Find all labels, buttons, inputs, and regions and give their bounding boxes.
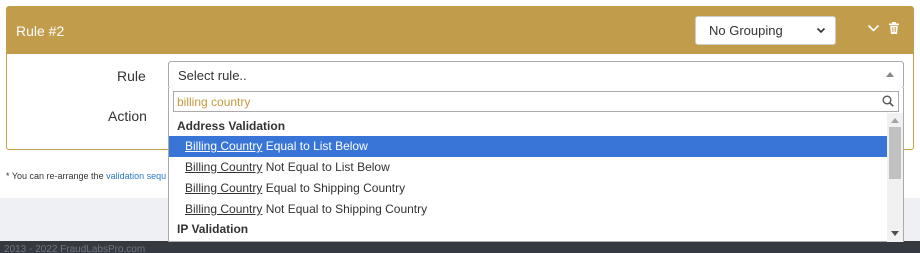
- group-label: IP Validation: [177, 222, 249, 236]
- action-field-label: Action: [108, 108, 147, 124]
- option-billing-country-not-equal-shipping[interactable]: Billing Country Not Equal to Shipping Co…: [169, 199, 888, 220]
- rule-field-label: Rule: [117, 68, 146, 84]
- footer-copyright: 2013 - 2022 FraudLabsPro.com: [4, 244, 146, 253]
- collapse-chevron-icon[interactable]: [867, 23, 880, 33]
- rule-dropdown: Address Validation Billing Country Equal…: [168, 88, 904, 242]
- group-label: Address Validation: [177, 119, 286, 133]
- scroll-down-arrow-icon[interactable]: [891, 231, 899, 236]
- option-text: Not Equal to Shipping Country: [262, 202, 428, 216]
- option-billing-country-equal-shipping[interactable]: Billing Country Equal to Shipping Countr…: [169, 178, 888, 199]
- header-actions: [867, 22, 899, 34]
- option-match: Billing Country: [185, 181, 263, 195]
- rule-select-placeholder: Select rule..: [178, 67, 247, 83]
- option-billing-country-not-equal-list[interactable]: Billing Country Not Equal to List Below: [169, 157, 888, 178]
- chevron-down-icon: [816, 27, 826, 34]
- option-billing-country-equal-list[interactable]: Billing Country Equal to List Below: [169, 136, 888, 157]
- grouping-select[interactable]: No Grouping: [695, 16, 836, 45]
- rearrange-note: * You can re-arrange the validation sequ: [6, 171, 166, 181]
- trash-icon[interactable]: [889, 22, 899, 34]
- search-input[interactable]: [174, 92, 874, 111]
- footer: 2013 - 2022 FraudLabsPro.com: [0, 241, 920, 253]
- rearrange-note-text: * You can re-arrange the: [6, 171, 107, 181]
- option-text: Equal to List Below: [262, 139, 368, 153]
- caret-up-icon: [886, 72, 894, 77]
- dropdown-search: [173, 91, 899, 112]
- search-icon: [882, 95, 894, 107]
- rule-select[interactable]: Select rule..: [168, 61, 904, 89]
- scrollbar-thumb[interactable]: [889, 127, 901, 179]
- option-match: Billing Country: [185, 160, 263, 174]
- dropdown-scrollbar[interactable]: [887, 113, 903, 242]
- option-text: Equal to Shipping Country: [262, 181, 406, 195]
- validation-sequence-link[interactable]: validation sequ: [106, 171, 166, 181]
- grouping-select-value: No Grouping: [709, 23, 783, 38]
- option-match: Billing Country: [185, 139, 263, 153]
- option-match: Billing Country: [185, 202, 263, 216]
- scroll-up-arrow-icon[interactable]: [891, 118, 899, 123]
- option-text: Not Equal to List Below: [262, 160, 390, 174]
- dropdown-results: Address Validation Billing Country Equal…: [169, 117, 888, 242]
